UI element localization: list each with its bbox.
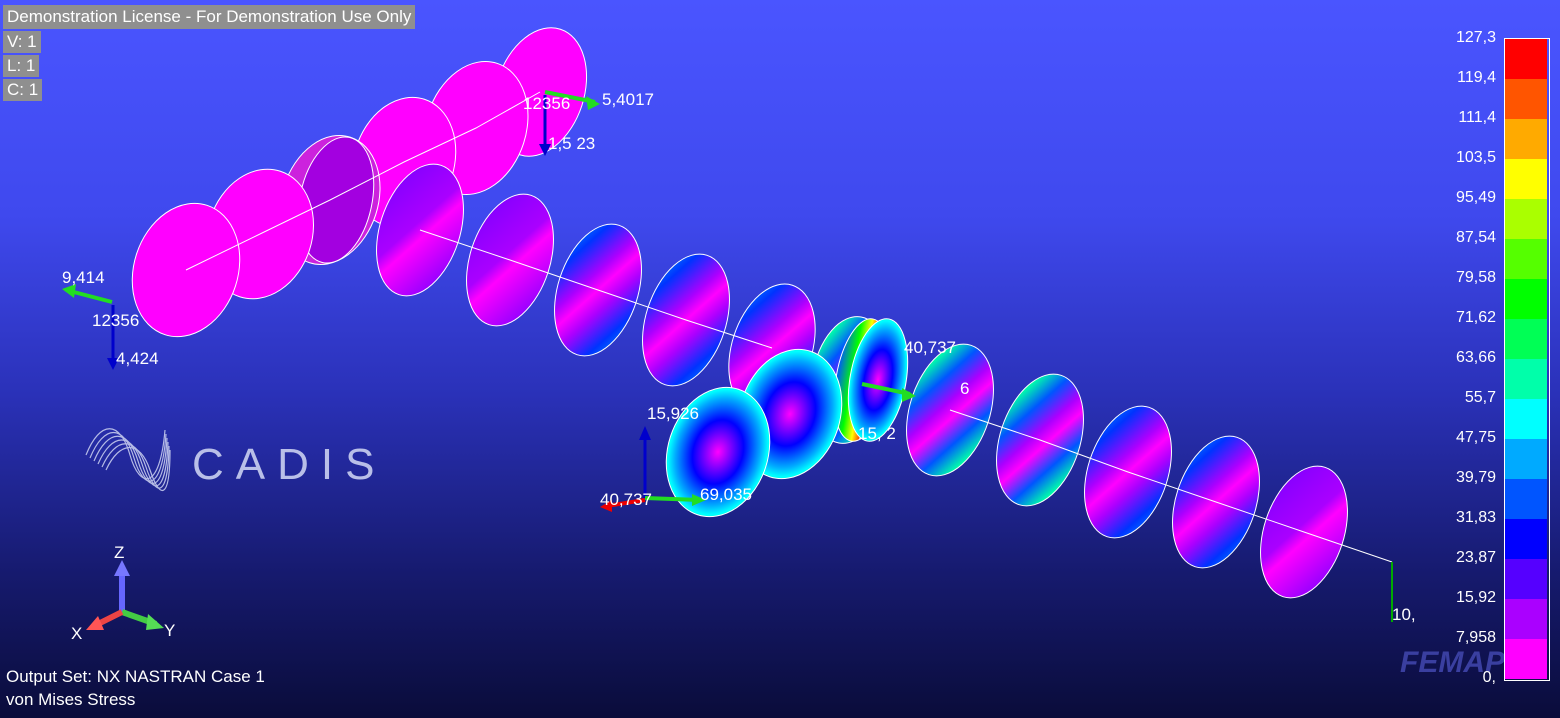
legend-label: 0, [1482,669,1496,686]
load-label: 10, [1392,605,1416,624]
load-label: 5,4017 [602,90,654,109]
legend-label: 7,958 [1455,629,1496,646]
output-set-label: Output Set: NX NASTRAN Case 1 [6,667,265,686]
legend-label: 47,75 [1455,429,1496,446]
layer-indicator: L: 1 [3,55,40,77]
cadis-logo-icon [85,428,171,491]
legend-label: 55,7 [1464,389,1496,406]
legend-label: 119,4 [1457,69,1496,86]
node-label: 12356 [92,311,140,330]
load-label: 1,5 23 [548,134,596,153]
legend-label: 87,54 [1455,229,1496,246]
node-label: 12356 [523,94,571,113]
color-indicator: C: 1 [3,79,43,101]
lower-disc-group [906,343,1393,622]
axis-x-label: X [71,624,83,643]
cadis-watermark: CADIS [192,440,387,489]
axis-triad [86,560,164,630]
view-indicator: V: 1 [3,31,41,53]
load-label: 4,424 [116,349,159,368]
legend-label: 111,4 [1458,109,1496,126]
legend-frame [1504,38,1550,681]
load-label: 40,737 [904,338,956,357]
output-quantity-label: von Mises Stress [6,690,136,709]
load-label: 9,414 [62,268,105,287]
legend-label: 127,3 [1455,29,1496,46]
load-label: 40,737 [600,490,652,509]
legend-label: 71,62 [1455,309,1496,326]
load-label: 69,035 [700,485,752,504]
axis-y-label: Y [164,621,176,640]
legend-label: 15,92 [1455,589,1496,606]
femap-viewport[interactable]: Demonstration License - For Demonstratio… [0,0,1560,718]
license-banner: Demonstration License - For Demonstratio… [3,5,416,29]
legend-label: 39,79 [1455,469,1496,486]
legend-label: 79,58 [1455,269,1496,286]
axis-z-label: Z [114,543,125,562]
load-label: 15, 2 [858,424,896,443]
legend-label: 103,5 [1455,149,1496,166]
legend-label: 95,49 [1455,189,1496,206]
load-label: 6 [960,379,970,398]
load-label: 15,926 [647,404,699,423]
model-scene[interactable] [0,0,1560,718]
legend-label: 63,66 [1455,349,1496,366]
legend-label: 31,83 [1455,509,1496,526]
legend-label: 23,87 [1455,549,1496,566]
